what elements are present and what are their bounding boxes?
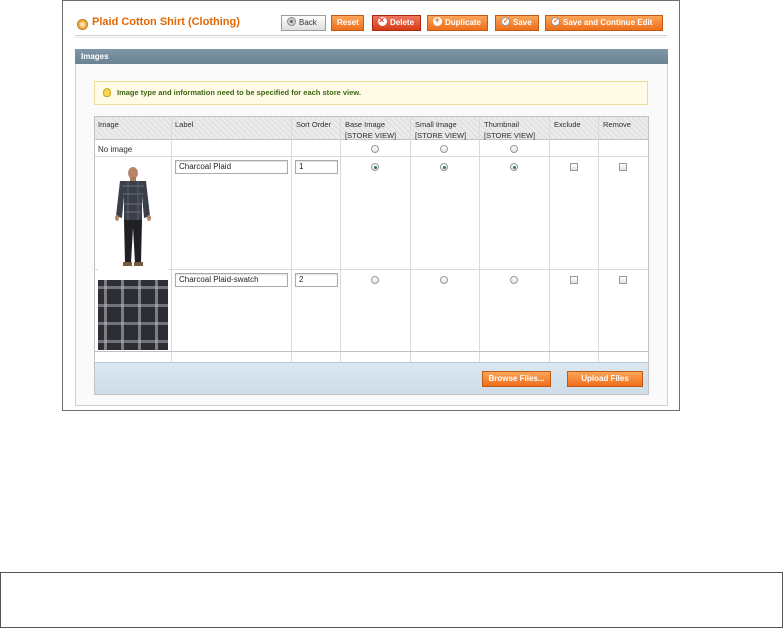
images-section-header: Images <box>75 49 668 64</box>
col-exclude: Exclude <box>554 120 581 129</box>
no-image-small-radio[interactable] <box>440 145 448 153</box>
no-image-thumb-radio[interactable] <box>510 145 518 153</box>
notice-message: Image type and information need to be sp… <box>94 81 648 105</box>
check-icon <box>551 15 560 29</box>
browse-files-button[interactable]: Browse Files... <box>482 371 551 387</box>
row1-base-radio[interactable] <box>371 163 379 171</box>
row2-remove-checkbox[interactable] <box>619 276 627 284</box>
col-image: Image <box>98 120 119 129</box>
upload-files-button[interactable]: Upload Files <box>567 371 643 387</box>
back-button[interactable]: Back <box>281 15 326 31</box>
no-image-label: No image <box>98 145 133 154</box>
page-header: Plaid Cotton Shirt (Clothing) Back Reset… <box>63 1 679 41</box>
col-thumbnail: Thumbnail <box>484 120 520 129</box>
col-label: Label <box>175 120 194 129</box>
row1-small-radio[interactable] <box>440 163 448 171</box>
no-image-base-radio[interactable] <box>371 145 379 153</box>
row2-label-input[interactable]: Charcoal Plaid-swatch <box>175 273 288 287</box>
row1-thumb-radio[interactable] <box>510 163 518 171</box>
images-section: Image type and information need to be sp… <box>75 64 668 406</box>
back-icon <box>287 17 296 26</box>
col-base-image: Base Image <box>345 120 386 129</box>
header-divider <box>75 35 667 38</box>
swatch-thumbnail <box>98 280 168 350</box>
col-thumbnail-scope: [STORE VIEW] <box>484 131 536 140</box>
col-sort-order: Sort Order <box>296 120 332 129</box>
product-edit-window: Plaid Cotton Shirt (Clothing) Back Reset… <box>62 0 680 411</box>
col-small-scope: [STORE VIEW] <box>415 131 467 140</box>
delete-icon <box>378 13 387 27</box>
row1-exclude-checkbox[interactable] <box>570 163 578 171</box>
row2-small-radio[interactable] <box>440 276 448 284</box>
save-continue-button[interactable]: Save and Continue Edit <box>545 15 663 31</box>
plus-icon <box>433 13 442 27</box>
col-small-image: Small Image <box>415 120 457 129</box>
row2-sort-input[interactable]: 2 <box>295 273 338 287</box>
row1-label-input[interactable]: Charcoal Plaid <box>175 160 288 174</box>
grid-footer: Browse Files... Upload Files <box>95 362 648 394</box>
row2-exclude-checkbox[interactable] <box>570 276 578 284</box>
product-icon <box>77 19 88 30</box>
lightbulb-icon <box>103 88 111 97</box>
delete-button[interactable]: Delete <box>372 13 421 31</box>
col-base-scope: [STORE VIEW] <box>345 131 397 140</box>
col-remove: Remove <box>603 120 631 129</box>
images-grid: Image Label Sort Order Base Image [STORE… <box>94 116 649 395</box>
reset-button[interactable]: Reset <box>331 15 364 31</box>
row2-thumb-radio[interactable] <box>510 276 518 284</box>
row1-remove-checkbox[interactable] <box>619 163 627 171</box>
row2-base-radio[interactable] <box>371 276 379 284</box>
caption-box <box>0 572 783 628</box>
page-title: Plaid Cotton Shirt (Clothing) <box>92 16 240 28</box>
duplicate-button[interactable]: Duplicate <box>427 13 488 31</box>
check-icon <box>501 15 510 29</box>
product-photo-thumbnail <box>98 164 168 271</box>
save-button[interactable]: Save <box>495 15 539 31</box>
row1-sort-input[interactable]: 1 <box>295 160 338 174</box>
